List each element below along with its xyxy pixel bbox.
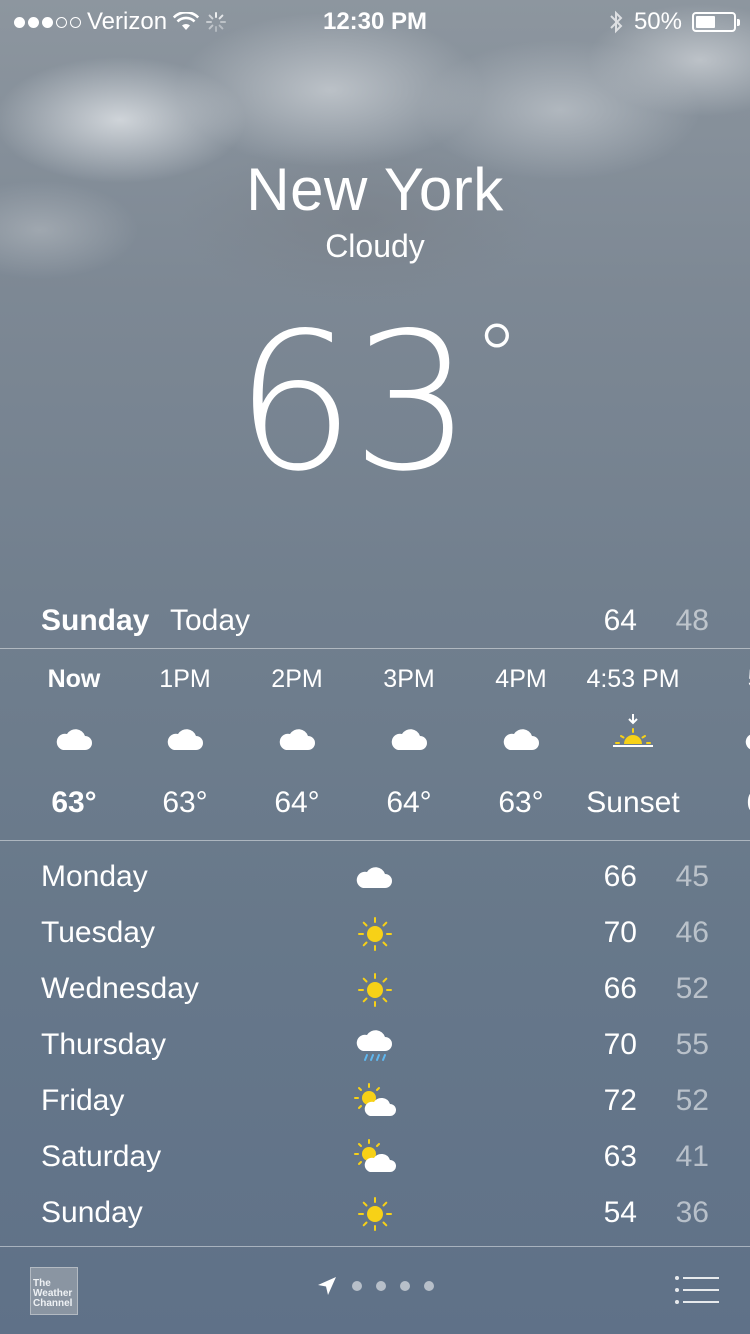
location-arrow-icon [318, 1277, 336, 1295]
page-dot [424, 1281, 434, 1291]
partly-cloudy-icon [354, 1139, 396, 1172]
battery-percentage: 50% [633, 8, 682, 35]
day-high: 70 [603, 1028, 637, 1061]
hour-label: Now [47, 665, 101, 693]
daily-row: Sunday 54 36 [0, 1184, 750, 1240]
hour-label: 4PM [495, 665, 547, 693]
day-high: 66 [603, 860, 637, 893]
partly-cloudy-icon [354, 1083, 396, 1116]
cloud-icon [56, 729, 92, 750]
cloud-icon [356, 867, 392, 888]
hour-temp: 63° [51, 786, 97, 819]
day-low: 45 [675, 860, 709, 893]
day-low: 52 [675, 972, 709, 1005]
rain-cloud-icon [356, 1030, 392, 1061]
page-dot [400, 1281, 410, 1291]
sun-icon [358, 1197, 392, 1231]
current-temperature-value: 63 [234, 292, 473, 513]
sun-icon [358, 973, 392, 1007]
today-day-name: Sunday [41, 604, 150, 637]
day-name: Friday [41, 1084, 125, 1117]
day-name: Tuesday [41, 916, 155, 949]
today-high: 64 [603, 604, 637, 637]
hour-label: 3PM [383, 665, 435, 693]
day-low: 52 [675, 1084, 709, 1117]
hour-label: 4:53 PM [586, 665, 680, 693]
hour-temp: 63° [162, 786, 208, 819]
current-temperature: 63° [0, 292, 750, 513]
hour-label: 2PM [271, 665, 323, 693]
current-condition: Cloudy [325, 228, 425, 264]
hour-temp: 64° [274, 786, 320, 819]
bottom-toolbar: The Weather Channel [0, 1247, 750, 1334]
today-low: 48 [675, 604, 709, 637]
day-low: 41 [675, 1140, 709, 1173]
daily-row: Tuesday 70 46 [0, 904, 750, 960]
hour-temp: 63 [707, 786, 750, 820]
page-dot [352, 1281, 362, 1291]
day-high: 72 [603, 1084, 637, 1117]
day-high: 54 [603, 1196, 637, 1229]
daily-row: Friday 72 52 [0, 1072, 750, 1128]
hourly-forecast[interactable]: Now 63° 1PM 63° 2PM 64° 3PM 64° 4PM 63° … [0, 650, 750, 840]
bluetooth-icon [610, 10, 623, 34]
battery-icon [692, 12, 740, 32]
sunset-icon [613, 714, 653, 747]
city-list-icon[interactable] [674, 1275, 720, 1305]
status-bar: Verizon 12:30 PM 50% [0, 0, 750, 40]
cloud-icon [503, 729, 539, 750]
daily-row: Saturday 63 41 [0, 1128, 750, 1184]
day-name: Saturday [41, 1140, 162, 1173]
day-name: Wednesday [41, 972, 199, 1005]
weather-channel-logo[interactable]: The Weather Channel [30, 1267, 78, 1315]
day-low: 46 [675, 916, 709, 949]
day-low: 36 [675, 1196, 709, 1229]
cloud-icon [167, 729, 203, 750]
today-label: Today [170, 604, 251, 637]
hour-temp: 63° [498, 786, 544, 819]
hour-label: 5P [707, 665, 750, 694]
page-indicator[interactable] [316, 1275, 434, 1297]
day-high: 63 [603, 1140, 637, 1173]
status-right: 50% [608, 8, 740, 36]
day-high: 66 [603, 972, 637, 1005]
day-name: Thursday [41, 1028, 167, 1061]
cloud-icon [391, 729, 427, 750]
day-name: Sunday [41, 1196, 143, 1229]
day-high: 70 [603, 916, 637, 949]
hour-temp: Sunset [586, 786, 680, 819]
day-name: Monday [41, 860, 148, 893]
hour-label: 1PM [159, 665, 211, 693]
today-summary: Sunday Today 64 48 [41, 600, 709, 644]
cloud-icon [279, 729, 315, 750]
sun-icon [358, 917, 392, 951]
divider-top [0, 648, 750, 649]
cloud-icon [745, 734, 750, 750]
city-name: New York [246, 156, 504, 223]
daily-row: Wednesday 66 52 [0, 960, 750, 1016]
logo-line: Channel [33, 1298, 73, 1309]
day-low: 55 [675, 1028, 709, 1061]
page-dot [376, 1281, 386, 1291]
daily-row: Thursday 70 55 [0, 1016, 750, 1072]
daily-row: Monday 66 45 [0, 848, 750, 904]
hour-temp: 64° [386, 786, 432, 819]
degree-symbol: ° [474, 305, 519, 410]
divider-middle [0, 840, 750, 841]
